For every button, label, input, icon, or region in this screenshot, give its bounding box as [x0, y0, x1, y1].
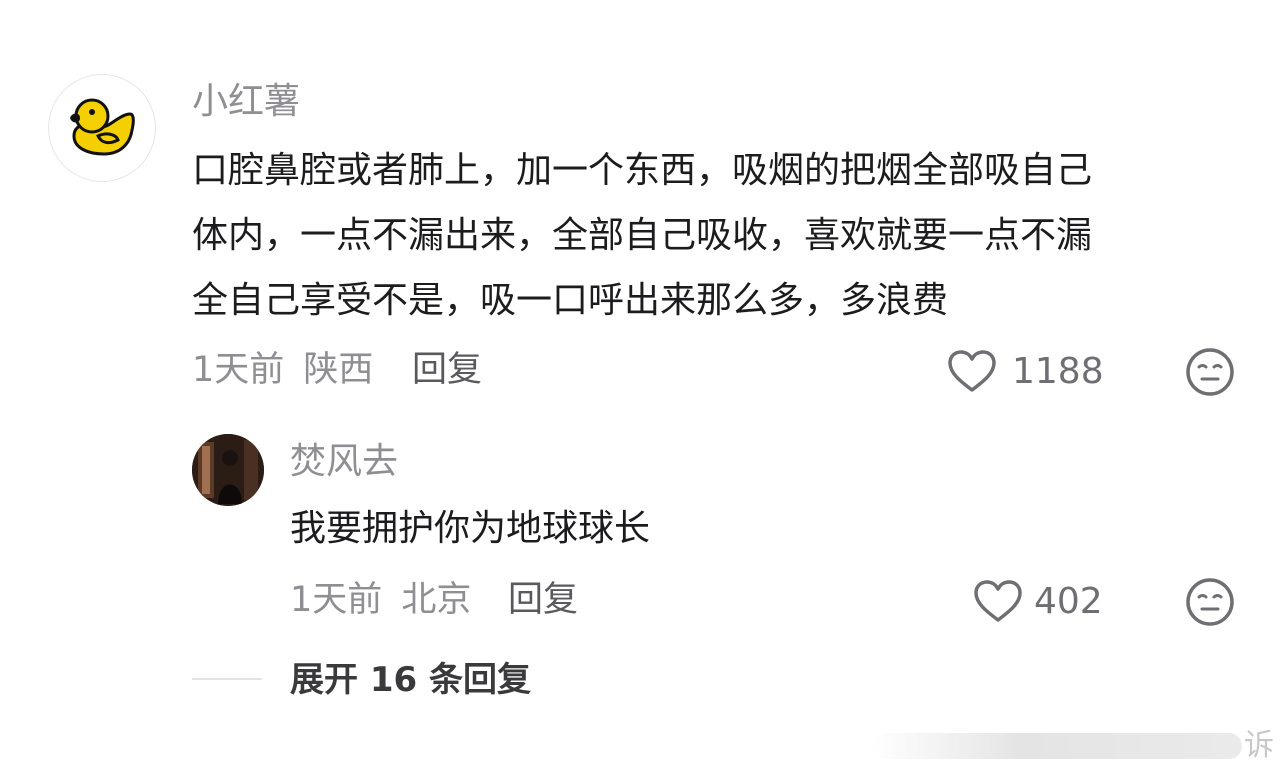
watermark-bar — [872, 733, 1242, 759]
comment-emoji-button[interactable] — [1184, 346, 1236, 398]
neutral-face-icon — [1186, 348, 1234, 396]
reply-emoji-button[interactable] — [1184, 576, 1236, 628]
heart-outline-icon — [948, 350, 996, 392]
reply-username[interactable]: 焚风去 — [290, 440, 398, 484]
comment-text-line: 全自己享受不是，吸一口呼出来那么多，多浪费 — [192, 280, 949, 321]
comment-location: 陕西 — [303, 350, 374, 390]
comment-username[interactable]: 小红薯 — [192, 80, 300, 124]
comment-text: 口腔鼻腔或者肺上，加一个东西，吸烟的把烟全部吸自己 体内，一点不漏出来，全部自己… — [192, 138, 1092, 333]
comment-time: 1天前 — [192, 350, 285, 390]
reply-time: 1天前 — [290, 580, 383, 620]
reply-like-count: 402 — [1034, 581, 1103, 622]
person-photo-icon — [192, 434, 264, 506]
comment-meta: 1天前 陕西 — [192, 348, 373, 392]
reply-like-button[interactable] — [972, 578, 1024, 624]
comment-text-line: 口腔鼻腔或者肺上，加一个东西，吸烟的把烟全部吸自己 — [192, 150, 1093, 191]
reply-reply-button[interactable]: 回复 — [508, 578, 578, 622]
reply-meta: 1天前 北京 — [290, 578, 471, 622]
comment-like-button[interactable] — [946, 348, 998, 394]
reply-avatar[interactable] — [192, 434, 264, 506]
comment-reply-button[interactable]: 回复 — [412, 348, 482, 392]
reply-location: 北京 — [401, 580, 472, 620]
comment-text-line: 体内，一点不漏出来，全部自己吸收，喜欢就要一点不漏 — [192, 215, 1093, 256]
reply-text: 我要拥护你为地球球长 — [290, 508, 651, 549]
comment-avatar[interactable] — [48, 74, 156, 182]
neutral-face-icon — [1186, 578, 1234, 626]
duck-avatar-icon — [70, 98, 135, 156]
expand-replies-button[interactable]: 展开 16 条回复 — [290, 658, 531, 702]
watermark-text: 诉 — [1244, 728, 1274, 763]
expand-divider — [192, 678, 262, 680]
comment-like-count: 1188 — [1012, 351, 1104, 392]
heart-outline-icon — [974, 580, 1022, 622]
